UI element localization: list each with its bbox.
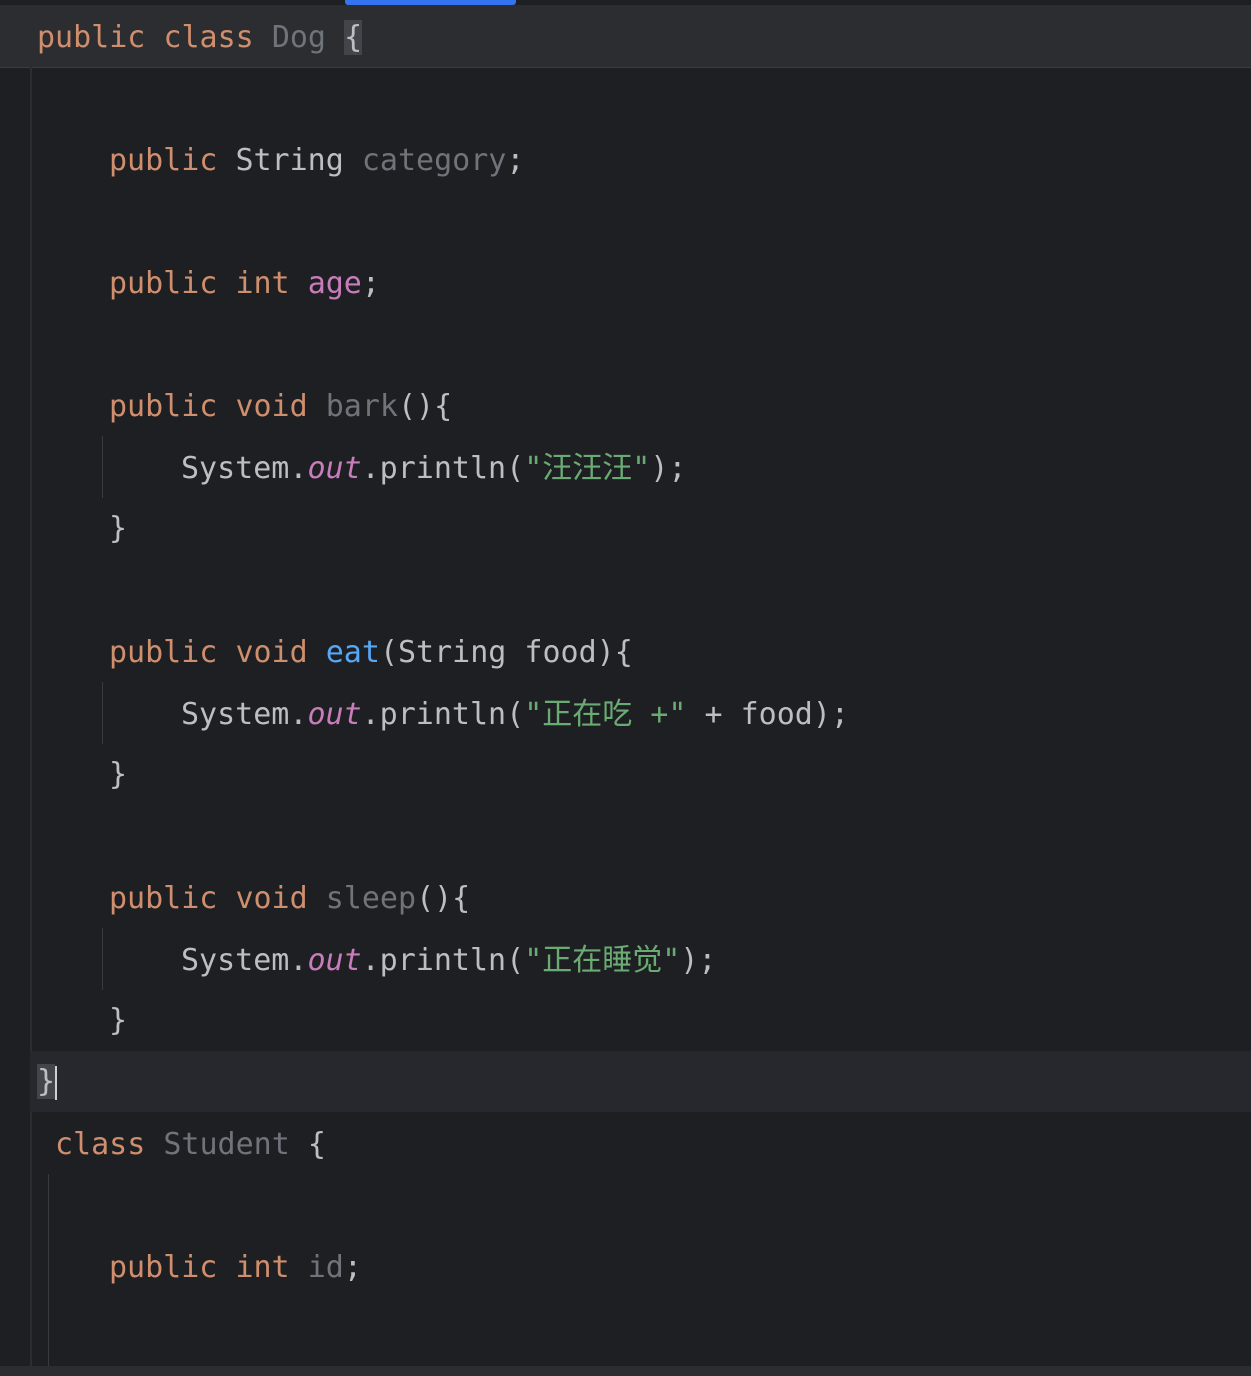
close-brace: } [109, 511, 128, 546]
type-name: String [235, 143, 344, 178]
code-line[interactable]: public void eat(String food){ [109, 633, 633, 673]
code-line[interactable]: public void sleep(){ [109, 879, 470, 919]
close-brace: } [37, 1064, 56, 1099]
indent-guide [102, 436, 103, 498]
static-field: out [307, 943, 362, 978]
static-field: out [307, 697, 362, 732]
keyword: public [109, 266, 218, 301]
code-line-current[interactable]: } [37, 1062, 58, 1102]
code-line[interactable]: public int id; [109, 1248, 362, 1288]
class-name: Dog [271, 20, 326, 55]
string-literal: "正在吃 +" [524, 697, 687, 732]
code-line[interactable]: class Student { [55, 1125, 326, 1165]
code-line[interactable]: public int age; [109, 264, 380, 304]
code-line[interactable]: System.out.println("正在吃 +" + food); [181, 695, 849, 735]
keyword: public [109, 635, 218, 670]
punctuation: ); [650, 451, 687, 486]
keyword: int [235, 1250, 290, 1285]
indent-guide [48, 1174, 49, 1366]
code-line[interactable]: System.out.println("正在睡觉"); [181, 941, 716, 981]
parameter-list: (String food){ [379, 635, 633, 670]
field-name: category [361, 143, 507, 178]
class-name: Student [163, 1127, 290, 1162]
keyword: public [109, 143, 218, 178]
keyword: public [109, 1250, 218, 1285]
class-ref: System. [181, 943, 308, 978]
static-field: out [307, 451, 362, 486]
close-brace: } [109, 757, 128, 792]
indent-guide [102, 928, 103, 990]
expression: + food); [686, 697, 849, 732]
keyword: public [37, 20, 146, 55]
method-name: sleep [325, 881, 417, 916]
open-brace: { [307, 1127, 326, 1162]
sticky-scope-header[interactable]: public class Dog { [0, 5, 1251, 68]
horizontal-scrollbar[interactable] [0, 1366, 1251, 1376]
method-call: .println( [361, 943, 525, 978]
punctuation: ); [680, 943, 717, 978]
keyword: class [55, 1127, 146, 1162]
open-brace: { [344, 20, 363, 55]
string-literal: "正在睡觉" [524, 943, 681, 978]
keyword: void [235, 635, 308, 670]
keyword: class [163, 20, 254, 55]
keyword: public [109, 389, 218, 424]
text-caret [55, 1065, 58, 1100]
current-line-highlight [30, 1051, 1251, 1112]
string-literal: "汪汪汪" [524, 451, 651, 486]
field-name: id [307, 1250, 344, 1285]
punctuation: ; [506, 143, 525, 178]
keyword: int [235, 266, 290, 301]
class-ref: System. [181, 451, 308, 486]
code-line[interactable]: public void bark(){ [109, 387, 452, 427]
code-line[interactable]: System.out.println("汪汪汪"); [181, 449, 686, 489]
code-line[interactable]: public String category; [109, 141, 524, 181]
punctuation: (){ [416, 881, 471, 916]
gutter-edge [30, 67, 32, 1366]
method-call: .println( [361, 451, 525, 486]
punctuation: ; [343, 1250, 362, 1285]
close-brace: } [109, 1003, 128, 1038]
punctuation: (){ [398, 389, 453, 424]
code-editor[interactable]: public class Dog { public String categor… [0, 0, 1251, 1376]
code-line[interactable]: } [109, 1001, 127, 1041]
sticky-header-line: public class Dog { [37, 18, 363, 58]
keyword: void [235, 389, 308, 424]
field-name: age [307, 266, 362, 301]
method-name: eat [325, 635, 380, 670]
punctuation: ; [361, 266, 380, 301]
class-ref: System. [181, 697, 308, 732]
keyword: void [235, 881, 308, 916]
method-call: .println( [361, 697, 525, 732]
indent-guide [102, 682, 103, 744]
keyword: public [109, 881, 218, 916]
code-line[interactable]: } [109, 509, 127, 549]
method-name: bark [325, 389, 398, 424]
code-line[interactable]: } [109, 755, 127, 795]
